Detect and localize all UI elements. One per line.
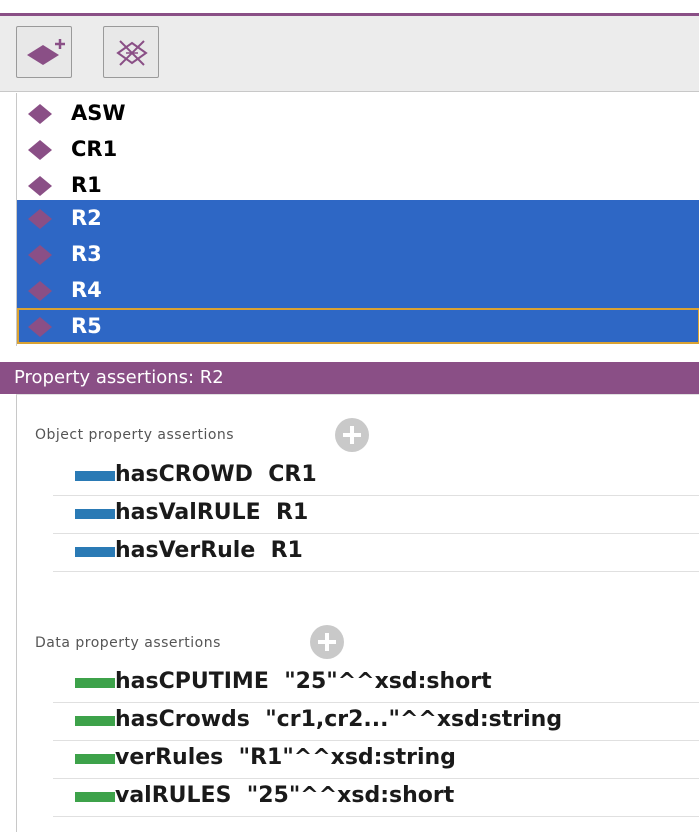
add-individual-icon xyxy=(27,39,65,65)
object-assertion-row[interactable]: hasVerRule R1 xyxy=(53,534,699,572)
assertion-value: R1 xyxy=(270,538,303,563)
individual-item-r5[interactable]: R5 xyxy=(17,308,699,344)
property-assertions-header: Property assertions: R2 xyxy=(0,362,699,394)
object-property-section-title: Object property assertions xyxy=(35,427,235,443)
object-property-icon xyxy=(75,509,115,519)
individual-diamond-icon xyxy=(28,245,52,265)
data-assertion-row[interactable]: valRULES "25"^^xsd:short xyxy=(53,779,699,817)
delete-individual-button[interactable] xyxy=(103,26,159,78)
add-object-property-icon[interactable] xyxy=(335,418,369,452)
assertion-property: hasCPUTIME xyxy=(115,669,269,694)
individual-label: R1 xyxy=(71,173,102,197)
individual-item-r1[interactable]: R1 xyxy=(17,167,699,203)
property-assertions-panel: Object property assertions hasCROWD CR1 … xyxy=(16,394,699,832)
add-data-property-icon[interactable] xyxy=(310,625,344,659)
individual-label: CR1 xyxy=(71,137,118,161)
individual-item-asw[interactable]: ASW xyxy=(17,95,699,131)
add-individual-button[interactable] xyxy=(16,26,72,78)
assertion-property: hasValRULE xyxy=(115,500,261,525)
assertion-value: "R1"^^xsd:string xyxy=(238,745,456,770)
assertion-value: R1 xyxy=(276,500,309,525)
individual-diamond-icon xyxy=(28,317,52,337)
panel-gap xyxy=(0,346,699,362)
assertion-property: hasCrowds xyxy=(115,707,250,732)
individual-diamond-icon xyxy=(28,104,52,124)
individual-label: R2 xyxy=(71,206,102,230)
assertion-property: verRules xyxy=(115,745,224,770)
individual-item-r4[interactable]: R4 xyxy=(17,272,699,308)
individual-label: ASW xyxy=(71,101,126,125)
data-property-section-title: Data property assertions xyxy=(35,635,221,651)
property-assertions-title: Property assertions: R2 xyxy=(14,367,224,388)
data-property-icon xyxy=(75,678,115,688)
assertion-value: "cr1,cr2..."^^xsd:string xyxy=(265,707,563,732)
individual-item-r2[interactable]: R2 xyxy=(17,200,699,236)
object-assertion-row[interactable]: hasCROWD CR1 xyxy=(53,458,699,496)
individual-diamond-icon xyxy=(28,209,52,229)
assertion-value: "25"^^xsd:short xyxy=(246,783,455,808)
individuals-toolbar xyxy=(0,16,699,92)
data-property-icon xyxy=(75,792,115,802)
individual-item-cr1[interactable]: CR1 xyxy=(17,131,699,167)
data-property-icon xyxy=(75,754,115,764)
assertion-property: hasCROWD xyxy=(115,462,253,487)
assertion-property: valRULES xyxy=(115,783,232,808)
assertion-value: "25"^^xsd:short xyxy=(284,669,492,694)
data-assertion-row[interactable]: verRules "R1"^^xsd:string xyxy=(53,741,699,779)
data-property-icon xyxy=(75,716,115,726)
individual-item-r3[interactable]: R3 xyxy=(17,236,699,272)
individual-label: R5 xyxy=(71,314,102,338)
individual-diamond-icon xyxy=(28,176,52,196)
assertion-value: CR1 xyxy=(268,462,317,487)
individuals-list: ASW CR1 R1 R2 R3 R4 R5 xyxy=(16,93,699,346)
object-property-icon xyxy=(75,547,115,557)
object-assertion-row[interactable]: hasValRULE R1 xyxy=(53,496,699,534)
individual-label: R4 xyxy=(71,278,102,302)
data-assertion-row[interactable]: hasCPUTIME "25"^^xsd:short xyxy=(53,665,699,703)
delete-individual-icon xyxy=(116,40,148,66)
assertion-property: hasVerRule xyxy=(115,538,256,563)
object-property-icon xyxy=(75,471,115,481)
data-assertion-row[interactable]: hasCrowds "cr1,cr2..."^^xsd:string xyxy=(53,703,699,741)
individual-label: R3 xyxy=(71,242,102,266)
top-divider xyxy=(0,0,699,16)
individual-diamond-icon xyxy=(28,281,52,301)
individual-diamond-icon xyxy=(28,140,52,160)
